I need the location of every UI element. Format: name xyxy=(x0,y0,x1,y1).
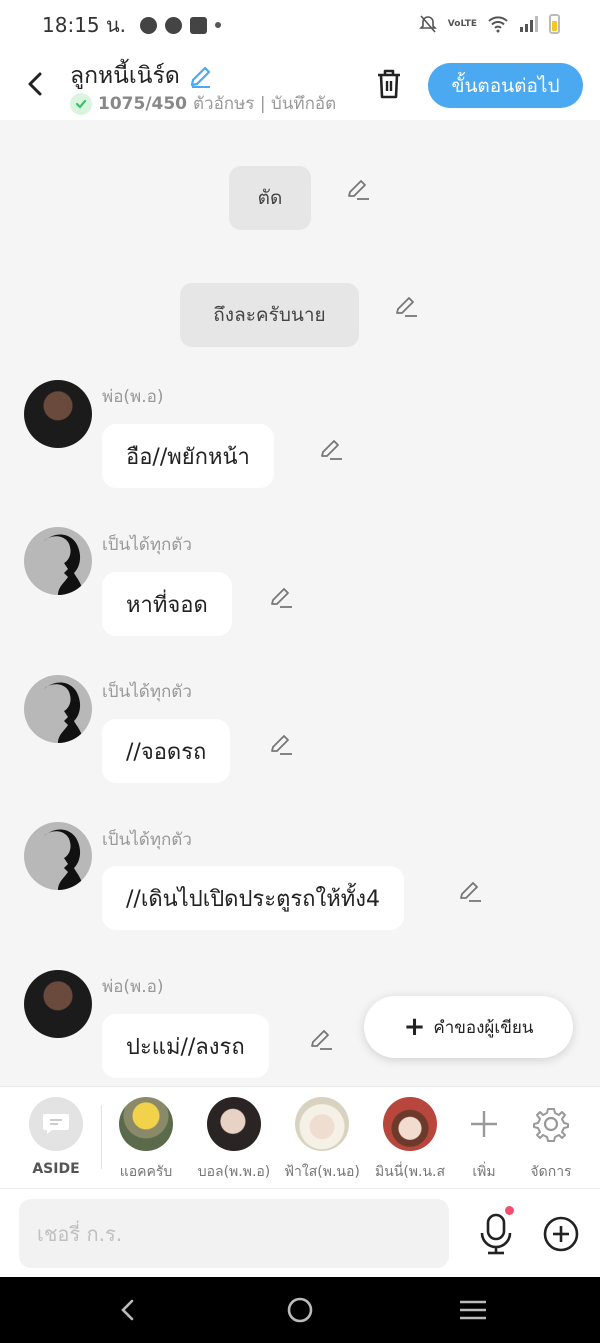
speaker-name: เป็นได้ทุกตัว xyxy=(102,535,192,555)
message-bubble[interactable]: ปะแม่//ลงรถ xyxy=(102,1014,269,1078)
edit-pencil-icon[interactable] xyxy=(345,176,371,202)
silhouette-icon xyxy=(44,829,84,890)
character-avatar xyxy=(119,1097,173,1151)
status-time: 18:15 น. xyxy=(42,13,127,37)
battery-icon xyxy=(549,14,560,34)
avatar[interactable] xyxy=(24,822,92,890)
system-icons: VoLTE xyxy=(418,14,560,34)
character-label: ASIDE xyxy=(32,1161,80,1177)
silhouette-icon xyxy=(44,534,84,595)
message-bubble[interactable]: อือ//พยักหน้า xyxy=(102,424,274,488)
more-notifications-icon xyxy=(215,22,222,28)
message-bubble[interactable]: //จอดรถ xyxy=(102,719,231,783)
status-bar: 18:15 น. VoLTE xyxy=(0,0,600,50)
character-item[interactable]: แอคครับ xyxy=(106,1097,186,1183)
volte-icon: VoLTE xyxy=(447,19,477,29)
nav-back-icon[interactable] xyxy=(116,1297,140,1323)
edit-pencil-icon[interactable] xyxy=(308,1026,334,1052)
plus-icon xyxy=(471,1111,497,1137)
add-content-icon[interactable] xyxy=(540,1213,582,1255)
edit-pencil-icon[interactable] xyxy=(268,584,294,610)
wifi-icon xyxy=(488,16,508,33)
signal-icon xyxy=(520,16,538,32)
character-label: แอคครับ xyxy=(119,1164,173,1180)
app-notification-icon xyxy=(165,16,183,34)
speaker-name: พ่อ(พ.อ) xyxy=(102,977,164,997)
avatar[interactable] xyxy=(24,380,92,448)
edit-pencil-icon[interactable] xyxy=(268,731,294,757)
silhouette-icon xyxy=(44,682,84,743)
narration-bubble[interactable]: ถึงละครับนาย xyxy=(180,283,359,347)
character-count-suffix: ตัวอักษร | บันทึกอัต xyxy=(193,94,337,114)
notification-dot xyxy=(505,1206,514,1215)
edit-pencil-icon[interactable] xyxy=(457,878,483,904)
mute-icon xyxy=(418,15,437,33)
check-icon xyxy=(70,92,92,115)
divider xyxy=(101,1105,102,1169)
edit-pencil-icon[interactable] xyxy=(393,293,419,319)
edit-pencil-icon[interactable] xyxy=(318,436,344,462)
character-item[interactable]: มินนี่(พ.น.ส xyxy=(370,1097,450,1183)
messenger-icon xyxy=(140,16,158,34)
message-bubble[interactable]: //เดินไปเปิดประตูรถให้ทั้ง4 xyxy=(102,866,404,930)
character-count-line: 1075/450 ตัวอักษร | บันทึกอัต xyxy=(70,90,350,117)
message-bubble[interactable]: หาที่จอด xyxy=(102,572,232,636)
character-item[interactable]: ฟ้าใส(พ.นอ) xyxy=(282,1097,362,1183)
avatar[interactable] xyxy=(24,970,92,1038)
composer-bar xyxy=(0,1188,600,1277)
microphone-icon[interactable] xyxy=(474,1209,518,1257)
plus-icon: + xyxy=(403,1012,426,1042)
message-input[interactable] xyxy=(19,1199,449,1268)
character-avatar xyxy=(207,1097,261,1151)
trash-icon[interactable] xyxy=(372,66,406,102)
character-bar: ASIDE แอคครับ บอล(พ.พ.อ) ฟ้าใส(พ.นอ) มิน… xyxy=(0,1086,600,1188)
avatar[interactable] xyxy=(24,675,92,743)
narration-bubble[interactable]: ตัด xyxy=(229,166,311,230)
system-navigation-bar xyxy=(0,1277,600,1343)
character-label: มินนี่(พ.น.ส xyxy=(374,1164,446,1180)
writer-note-label: คำของผู้เขียน xyxy=(433,1017,534,1038)
avatar[interactable] xyxy=(24,527,92,595)
nav-recents-icon[interactable] xyxy=(458,1298,488,1322)
character-label: ฟ้าใส(พ.นอ) xyxy=(284,1164,360,1180)
character-avatar xyxy=(295,1097,349,1151)
back-button[interactable] xyxy=(18,66,54,102)
character-aside[interactable]: ASIDE xyxy=(16,1097,96,1177)
add-character-label: เพิ่ม xyxy=(472,1164,496,1180)
nav-home-icon[interactable] xyxy=(286,1296,314,1324)
character-item[interactable]: บอล(พ.พ.อ) xyxy=(194,1097,274,1183)
speaker-name: พ่อ(พ.อ) xyxy=(102,387,164,407)
facebook-icon xyxy=(190,16,208,34)
manage-characters-button[interactable]: จัดการ xyxy=(511,1097,591,1183)
character-label: บอล(พ.พ.อ) xyxy=(197,1164,271,1180)
speaker-name: เป็นได้ทุกตัว xyxy=(102,830,192,850)
character-count: 1075/450 xyxy=(98,93,188,114)
gear-icon xyxy=(533,1108,569,1142)
manage-characters-label: จัดการ xyxy=(530,1164,572,1180)
writer-note-button[interactable]: + คำของผู้เขียน xyxy=(364,996,573,1058)
character-avatar xyxy=(383,1097,437,1151)
app-header: ลูกหนี้เนิร์ด 1075/450 ตัวอักษร | บันทึก… xyxy=(0,50,600,120)
edit-title-pencil-icon[interactable] xyxy=(188,63,214,89)
speaker-name: เป็นได้ทุกตัว xyxy=(102,682,192,702)
next-step-button[interactable]: ขั้นตอนต่อไป xyxy=(428,63,583,108)
story-title[interactable]: ลูกหนี้เนิร์ด xyxy=(70,58,214,94)
aside-icon xyxy=(29,1097,83,1151)
notification-icons xyxy=(140,16,222,34)
story-title-text: ลูกหนี้เนิร์ด xyxy=(70,63,180,89)
